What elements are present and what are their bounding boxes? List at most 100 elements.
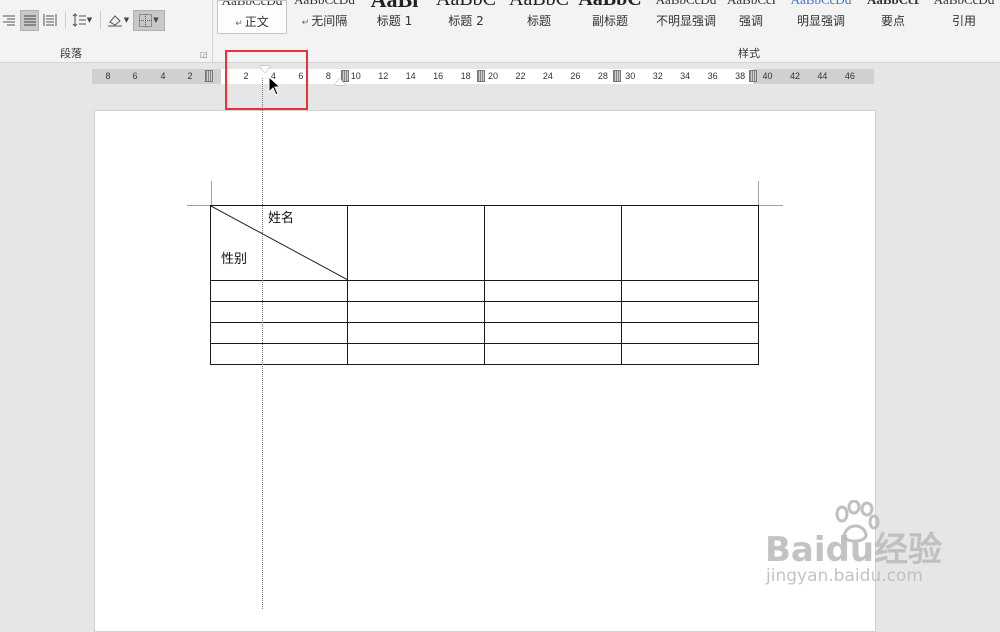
style-quote[interactable]: AaBbCcDd 引用	[929, 0, 999, 34]
crop-mark	[759, 205, 783, 206]
style-label: 副标题	[591, 14, 628, 28]
table-row	[210, 343, 759, 365]
ruler-tick-label: 24	[542, 71, 553, 81]
style-heading-1[interactable]: AaBl 标题 1	[362, 0, 427, 34]
table-column-marker[interactable]	[613, 70, 621, 82]
crop-mark	[211, 181, 212, 205]
table-cell[interactable]	[484, 301, 622, 323]
ruler-tick-label: 44	[817, 71, 828, 81]
ruler-tick-label: 28	[597, 71, 608, 81]
table-cell[interactable]	[621, 322, 759, 344]
dialog-launcher-icon[interactable]: ◲	[200, 50, 208, 59]
style-heading-2[interactable]: AaBbC 标题 2	[429, 0, 503, 34]
style-label: 标题 2	[448, 14, 484, 28]
ruler-tick-label: 12	[378, 71, 389, 81]
style-normal[interactable]: AaBbCcDd ↵ 正文	[217, 0, 287, 34]
style-label: 要点	[880, 14, 905, 28]
style-preview: AaBbCcDd	[287, 0, 362, 8]
crop-mark	[758, 181, 759, 205]
group-divider	[212, 0, 213, 62]
style-title[interactable]: AaBbC 标题	[503, 0, 575, 34]
document-page[interactable]	[94, 110, 876, 632]
table-row	[210, 301, 759, 323]
style-preview: AaBbCcDd	[221, 0, 283, 8]
watermark-brand: Baidu经验	[765, 530, 943, 570]
table-row: 姓名 性别	[210, 205, 759, 281]
line-spacing-icon[interactable]: ▼	[70, 10, 94, 30]
ruler-tick-label: 46	[844, 71, 855, 81]
ruler-tick-label: 14	[405, 71, 416, 81]
table-cell[interactable]	[210, 343, 348, 365]
table-cell[interactable]	[210, 322, 348, 344]
toolbar-separator	[65, 11, 66, 29]
ruler-tick-label: 40	[762, 71, 773, 81]
table-cell[interactable]	[210, 301, 348, 323]
table-cell[interactable]	[484, 343, 622, 365]
borders-icon[interactable]: ▼	[133, 9, 165, 31]
hanging-indent-marker[interactable]	[335, 78, 345, 85]
table-cell[interactable]	[347, 301, 485, 323]
table-cell[interactable]	[484, 280, 622, 302]
style-preview: AaBbCcDd	[867, 0, 919, 8]
ruler-tick-label: 30	[625, 71, 636, 81]
table-cell[interactable]	[210, 280, 348, 302]
table-cell[interactable]	[484, 322, 622, 344]
table-cell[interactable]	[347, 322, 485, 344]
ruler-tick-label: 6	[132, 71, 138, 81]
table-cell[interactable]	[484, 205, 622, 281]
style-emphasis[interactable]: AaBbCcDd 强调	[727, 0, 775, 34]
style-preview: AaBbC	[429, 0, 503, 11]
ruler-tick-label: 8	[325, 71, 331, 81]
chevron-down-icon: ▼	[123, 16, 130, 24]
paragraph-group: ▼ ▼ ▼ 段落 ◲	[0, 0, 212, 62]
style-subtle-emphasis[interactable]: AaBbCcDd 不明显强调	[645, 0, 727, 34]
ruler-tick-label: 8	[105, 71, 111, 81]
document-table[interactable]: 姓名 性别	[210, 205, 759, 365]
ruler-tick-label: 32	[652, 71, 663, 81]
table-row	[210, 280, 759, 302]
table-cell[interactable]	[347, 343, 485, 365]
chevron-down-icon: ▼	[153, 16, 159, 24]
highlight-annotation-box	[225, 50, 308, 110]
table-cell[interactable]	[621, 280, 759, 302]
style-preview: AaBbCcDd	[929, 0, 999, 8]
diagonal-header-cell[interactable]: 姓名 性别	[210, 205, 348, 281]
style-preview: AaBbC	[575, 0, 645, 11]
style-preview: AaBbCcDd	[727, 0, 775, 8]
ruler-tick-label: 38	[735, 71, 746, 81]
style-preview: AaBbCcDd	[645, 0, 727, 8]
table-column-marker[interactable]	[477, 70, 485, 82]
ruler-tick-label: 4	[160, 71, 166, 81]
chevron-down-icon: ▼	[86, 16, 93, 24]
mouse-pointer-icon	[268, 76, 282, 96]
style-subtitle[interactable]: AaBbC 副标题	[575, 0, 645, 34]
table-cell[interactable]	[347, 280, 485, 302]
style-label: ↵ 正文	[235, 15, 269, 29]
style-label: 引用	[951, 14, 976, 28]
distributed-icon[interactable]	[41, 10, 59, 30]
style-no-spacing[interactable]: AaBbCcDd ↵无间隔	[287, 0, 362, 34]
table-cell[interactable]	[347, 205, 485, 281]
table-row	[210, 322, 759, 344]
table-column-marker[interactable]	[205, 70, 213, 82]
table-cell[interactable]	[621, 301, 759, 323]
ruler-tick-label: 26	[570, 71, 581, 81]
pilcrow-icon: ↵	[301, 18, 310, 28]
shading-icon[interactable]: ▼	[105, 10, 131, 30]
justify-icon[interactable]	[20, 9, 39, 31]
style-label: ↵ 无间隔	[301, 14, 348, 28]
style-label: 不明显强调	[655, 14, 716, 28]
styles-group-label: 样式	[738, 47, 760, 60]
diagonal-header-top: 姓名	[268, 211, 295, 226]
ruler-tick-label: 22	[515, 71, 526, 81]
table-column-marker[interactable]	[749, 70, 757, 82]
style-strong[interactable]: AaBbCcDd 要点	[867, 0, 919, 34]
ruler-tick-label: 20	[488, 71, 499, 81]
table-cell[interactable]	[621, 205, 759, 281]
indent-guide-line	[262, 78, 263, 609]
diagonal-header-bottom: 性别	[221, 252, 248, 267]
style-intense-emphasis[interactable]: AaBbCcDd 明显强调	[775, 0, 867, 34]
align-right-icon[interactable]	[0, 10, 18, 30]
table-cell[interactable]	[621, 343, 759, 365]
ribbon: ▼ ▼ ▼ 段落 ◲ AaBbCcDd ↵正文 AaBbCcDd ↵无间隔 Aa…	[0, 0, 1000, 63]
